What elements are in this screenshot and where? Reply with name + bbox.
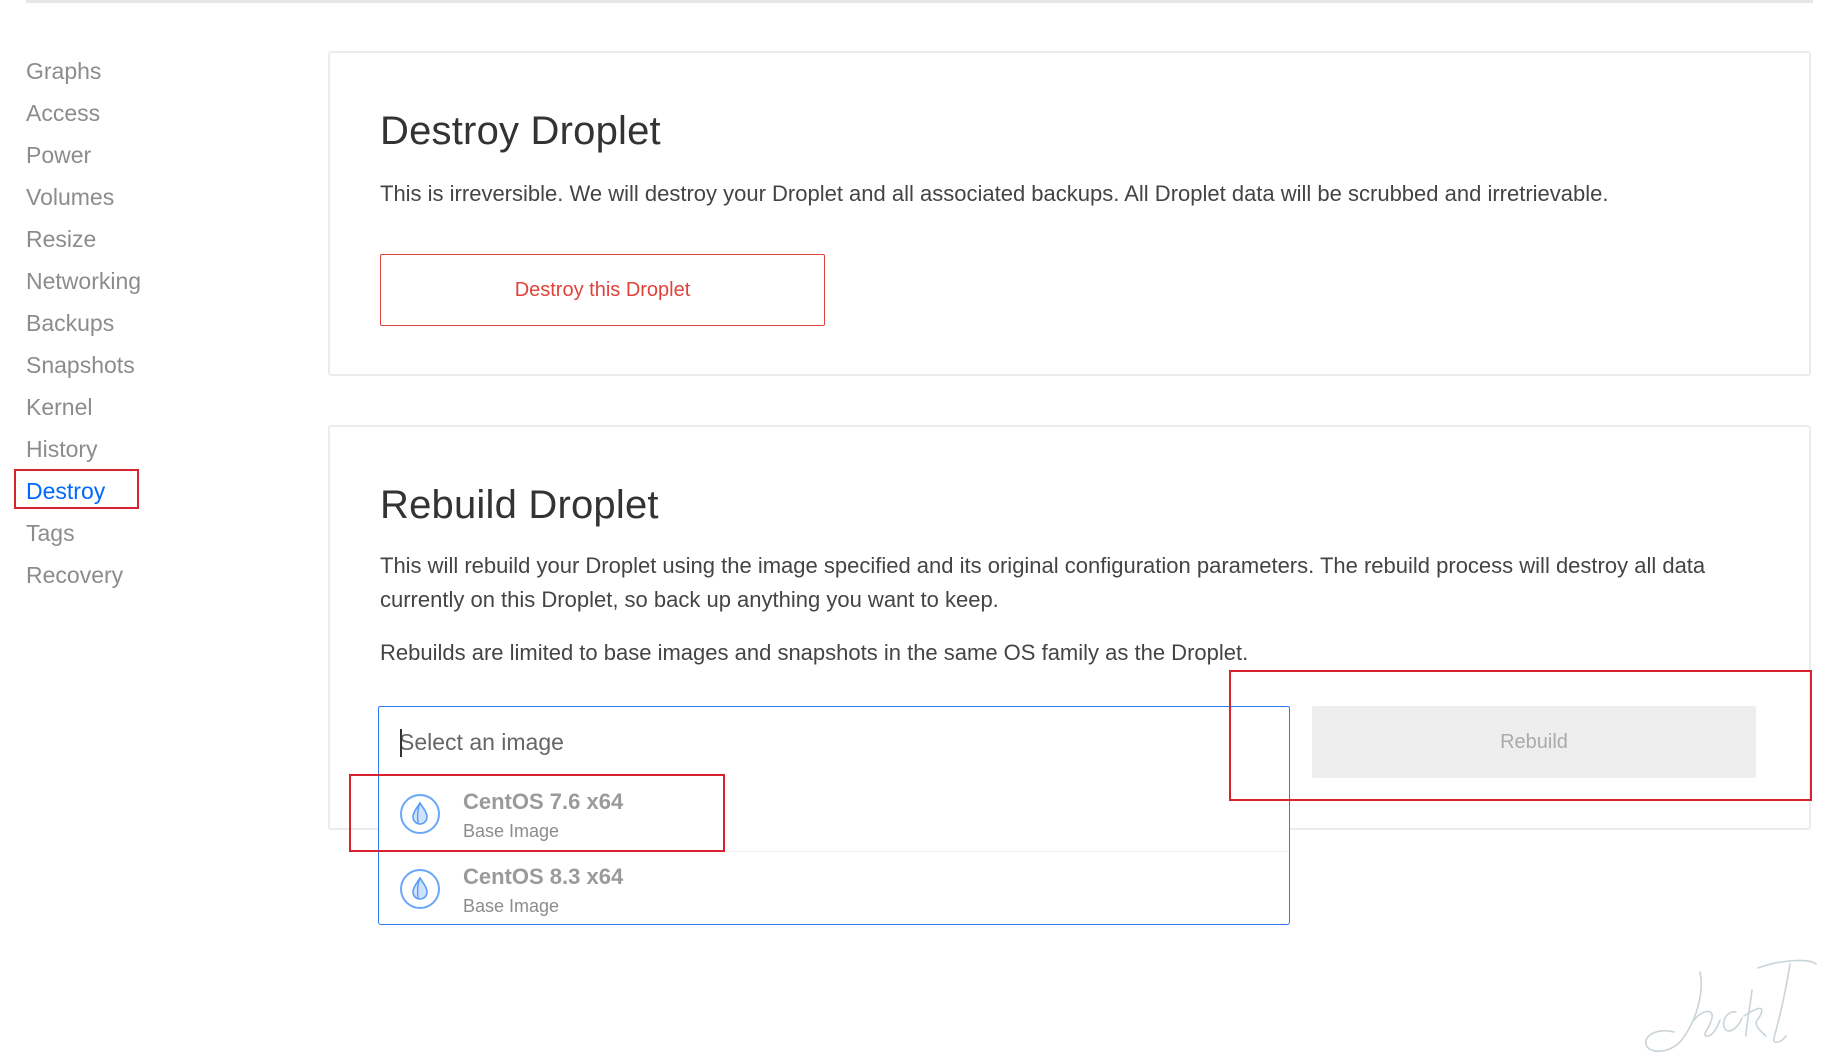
destroy-title: Destroy Droplet [380,109,661,153]
destroy-description: This is irreversible. We will destroy yo… [380,181,1609,206]
sidebar-item-access[interactable]: Access [26,92,246,134]
image-option-centos-7-6[interactable]: CentOS 7.6 x64 Base Image [379,777,1289,851]
sidebar-item-recovery[interactable]: Recovery [26,554,246,596]
sidebar-item-graphs[interactable]: Graphs [26,50,246,92]
signature-watermark [1645,959,1817,1053]
destroy-droplet-card: Destroy Droplet This is irreversible. We… [328,51,1811,376]
sidebar-item-destroy[interactable]: Destroy [26,470,246,512]
sidebar-item-power[interactable]: Power [26,134,246,176]
centos-droplet-icon [400,794,440,834]
option-subtitle: Base Image [463,821,560,841]
sidebar-item-snapshots[interactable]: Snapshots [26,344,246,386]
destroy-droplet-button[interactable]: Destroy this Droplet [380,254,825,326]
image-select[interactable] [378,706,1290,778]
rebuild-title: Rebuild Droplet [380,483,659,527]
option-name: CentOS 7.6 x64 [463,789,624,814]
droplet-settings-sidebar: Graphs Access Power Volumes Resize Netwo… [26,50,246,596]
image-select-input[interactable] [399,707,1259,777]
sidebar-item-networking[interactable]: Networking [26,260,246,302]
sidebar-item-backups[interactable]: Backups [26,302,246,344]
rebuild-button[interactable]: Rebuild [1312,706,1756,778]
rebuild-note: Rebuilds are limited to base images and … [380,640,1249,665]
sidebar-item-volumes[interactable]: Volumes [26,176,246,218]
sidebar-item-kernel[interactable]: Kernel [26,386,246,428]
option-subtitle: Base Image [463,896,560,916]
sidebar-item-history[interactable]: History [26,428,246,470]
centos-droplet-icon [400,869,440,909]
image-option-centos-8-3[interactable]: CentOS 8.3 x64 Base Image [379,851,1289,925]
text-cursor [400,729,402,757]
rebuild-description: This will rebuild your Droplet using the… [380,553,1706,612]
image-dropdown-list: CentOS 7.6 x64 Base Image CentOS 8.3 x64… [378,777,1290,925]
top-divider [26,0,1813,3]
sidebar-item-resize[interactable]: Resize [26,218,246,260]
sidebar-item-tags[interactable]: Tags [26,512,246,554]
option-name: CentOS 8.3 x64 [463,864,624,889]
